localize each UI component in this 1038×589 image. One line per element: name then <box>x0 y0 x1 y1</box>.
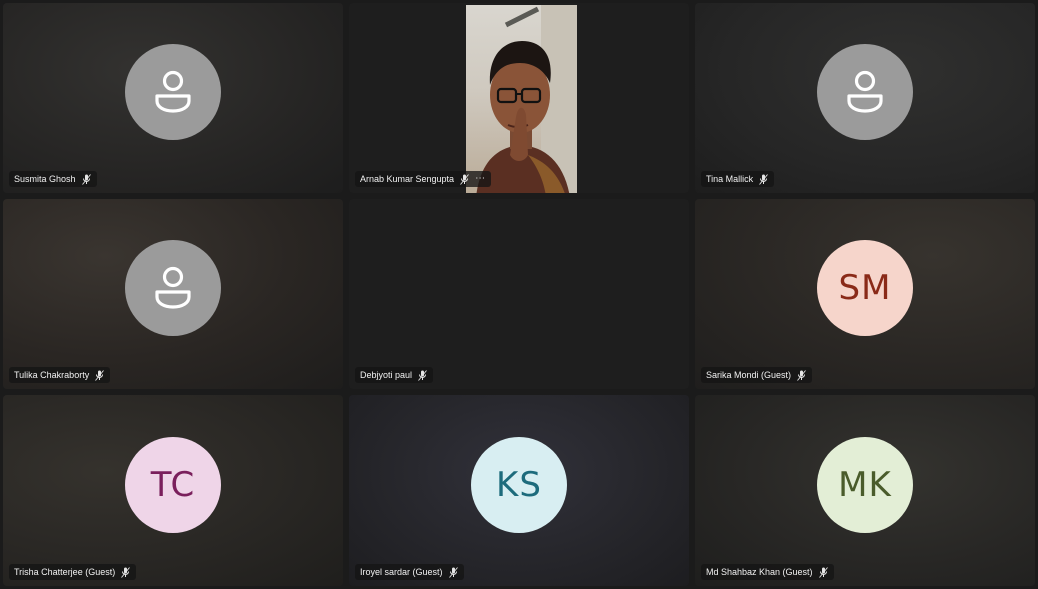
initials-avatar: MK <box>817 436 913 533</box>
avatar-initials: TC <box>150 464 196 505</box>
avatar-initials: KS <box>496 464 542 505</box>
participant-name-tag: Trisha Chatterjee (Guest) <box>9 564 137 580</box>
participant-tile[interactable]: Tina Mallick <box>695 3 1035 193</box>
participant-name-tag: Iroyel sardar (Guest) <box>355 564 464 580</box>
participant-name-tag: Susmita Ghosh <box>9 171 97 187</box>
participant-name: Sarika Mondi (Guest) <box>706 370 792 380</box>
participant-name: Iroyel sardar (Guest) <box>360 567 443 577</box>
initials-avatar: SM <box>817 240 913 337</box>
mic-icon <box>797 369 806 381</box>
participant-name: Susmita Ghosh <box>14 174 76 184</box>
participant-tile[interactable]: TC Trisha Chatterjee (Guest) <box>3 395 343 586</box>
participant-grid: Susmita Ghosh Arnab Kumar Sengupta ⋯ Tin… <box>0 0 1038 589</box>
mic-icon <box>759 173 769 185</box>
participant-name: Tulika Chakraborty <box>14 370 90 380</box>
participant-name: Trisha Chatterjee (Guest) <box>14 567 116 577</box>
participant-name: Tina Mallick <box>706 174 754 184</box>
mic-icon <box>121 566 131 578</box>
mic-icon <box>448 566 458 578</box>
participant-tile[interactable]: Tulika Chakraborty <box>3 199 343 389</box>
initials-avatar: TC <box>125 436 221 533</box>
person-avatar-icon <box>125 44 221 141</box>
participant-tile[interactable]: KS Iroyel sardar (Guest) <box>349 395 689 586</box>
participant-tile[interactable]: Arnab Kumar Sengupta ⋯ <box>349 3 689 193</box>
participant-name-tag: Arnab Kumar Sengupta ⋯ <box>355 171 492 187</box>
person-avatar-icon <box>125 240 221 337</box>
participant-tile[interactable]: MK Md Shahbaz Khan (Guest) <box>695 395 1035 586</box>
initials-avatar: KS <box>471 436 567 533</box>
participant-name: Arnab Kumar Sengupta <box>360 174 455 184</box>
more-options-icon[interactable]: ⋯ <box>475 174 485 184</box>
participant-tile[interactable]: Susmita Ghosh <box>3 3 343 193</box>
mic-icon <box>460 173 469 185</box>
participant-name-tag: Sarika Mondi (Guest) <box>701 367 813 383</box>
participant-name-tag: Md Shahbaz Khan (Guest) <box>701 564 834 580</box>
mic-icon <box>418 369 427 381</box>
mic-icon <box>818 566 828 578</box>
participant-tile[interactable]: Debjyoti paul <box>349 199 689 389</box>
mic-icon <box>95 369 105 381</box>
mic-icon <box>81 173 91 185</box>
participant-name: Debjyoti paul <box>360 370 413 380</box>
participant-video <box>466 5 577 193</box>
avatar-initials: MK <box>838 464 892 505</box>
avatar-initials: SM <box>838 268 892 309</box>
participant-name: Md Shahbaz Khan (Guest) <box>706 567 813 577</box>
person-avatar-icon <box>817 44 913 141</box>
participant-name-tag: Tina Mallick <box>701 171 775 187</box>
participant-name-tag: Debjyoti paul <box>355 367 434 383</box>
participant-tile[interactable]: SM Sarika Mondi (Guest) <box>695 199 1035 389</box>
participant-name-tag: Tulika Chakraborty <box>9 367 111 383</box>
